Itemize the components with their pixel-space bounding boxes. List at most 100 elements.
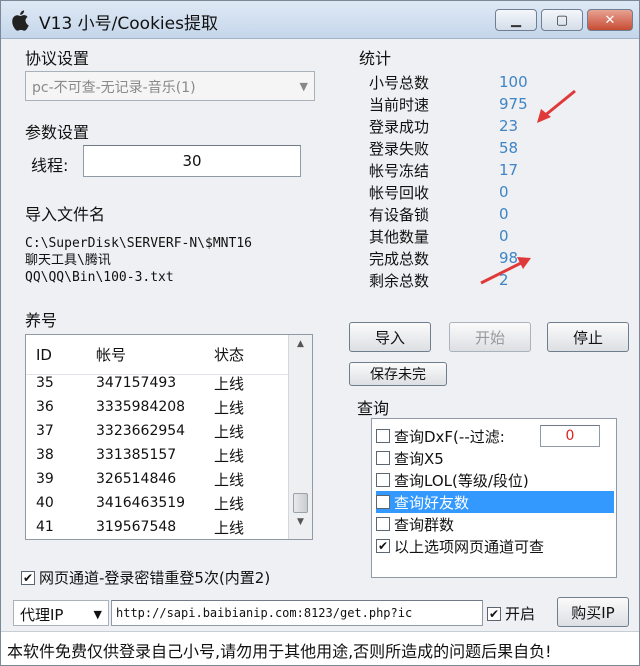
table-row[interactable]: 38 331385157 上线 — [26, 443, 288, 467]
table-row[interactable]: 40 3416463519 上线 — [26, 491, 288, 515]
scroll-down-icon[interactable]: ▼ — [289, 517, 312, 535]
cell-status: 上线 — [214, 518, 245, 537]
threads-label: 线程: — [31, 156, 69, 175]
checkbox-checked-icon[interactable]: ✔ — [21, 570, 35, 585]
maximize-icon: ▢ — [555, 12, 569, 28]
checkbox-icon[interactable] — [376, 429, 390, 443]
threads-input[interactable]: 30 — [83, 145, 301, 177]
param-settings-label: 参数设置 — [25, 123, 90, 142]
table-row[interactable]: 35 347157493 上线 — [26, 371, 288, 395]
cell-account: 3323662954 — [96, 423, 186, 439]
stat-value: 0 — [499, 205, 509, 223]
dxf-filter-input[interactable]: 0 — [540, 425, 600, 447]
import-path-line: 聊天工具\腾讯 — [25, 253, 111, 268]
query-friends-option[interactable]: 查询好友数 — [376, 491, 614, 513]
import-button-label: 导入 — [374, 328, 405, 347]
stats-label: 统计 — [359, 49, 392, 68]
nurture-label: 养号 — [25, 311, 58, 330]
cell-id: 37 — [36, 423, 54, 439]
stat-row: 完成总数 98 — [369, 247, 569, 269]
query-option-label: 查询X5 — [394, 449, 444, 468]
stat-value: 17 — [499, 161, 519, 179]
table-row[interactable]: 36 3335984208 上线 — [26, 395, 288, 419]
stat-row: 其他数量 0 — [369, 225, 569, 247]
protocol-settings-label: 协议设置 — [25, 49, 90, 68]
cell-id: 35 — [36, 375, 54, 391]
proxy-url-input[interactable]: http://sapi.baibianip.com:8123/get.php?i… — [111, 600, 483, 626]
table-row[interactable]: 41 319567548 上线 — [26, 515, 288, 539]
stat-key: 登录成功 — [369, 117, 430, 136]
cell-account: 331385157 — [96, 447, 177, 463]
checkbox-icon[interactable] — [376, 473, 390, 487]
column-header-id[interactable]: ID — [26, 346, 84, 364]
chevron-down-icon: ▼ — [93, 608, 102, 621]
buy-ip-button-label: 购买IP — [571, 603, 615, 622]
stat-value: 23 — [499, 117, 519, 135]
proxy-enable-label: 开启 — [505, 605, 536, 623]
account-table[interactable]: ID 帐号 状态 35 347157493 上线 36 3335984208 上线 37… — [25, 334, 313, 540]
cell-status: 上线 — [214, 374, 245, 393]
minimize-button[interactable]: ▁ — [495, 9, 537, 31]
query-option-label: 查询好友数 — [394, 493, 470, 512]
query-option-label: 以上选项网页通道可查 — [394, 537, 545, 556]
stat-row: 帐号冻结 17 — [369, 159, 569, 181]
stat-row: 帐号回收 0 — [369, 181, 569, 203]
scroll-up-icon[interactable]: ▲ — [289, 339, 312, 357]
cell-status: 上线 — [214, 398, 245, 417]
query-x5-option[interactable]: 查询X5 — [376, 447, 444, 469]
stat-key: 帐号回收 — [369, 183, 430, 202]
web-channel-queryable-option[interactable]: ✔ 以上选项网页通道可查 — [376, 535, 544, 557]
start-button[interactable]: 开始 — [449, 322, 531, 352]
import-path-line: QQ\QQ\Bin\100-3.txt — [25, 270, 174, 285]
disclaimer-text: 本软件免费仅供登录自己小号,请勿用于其他用途,否则所造成的问题后果自负! — [7, 642, 552, 661]
dxf-filter-value: 0 — [565, 428, 575, 444]
stat-row: 剩余总数 2 — [369, 269, 569, 291]
table-scrollbar[interactable]: ▲ ▼ — [288, 335, 312, 539]
checkbox-checked-icon[interactable]: ✔ — [487, 606, 501, 621]
red-arrow-icon — [480, 257, 531, 285]
stat-key: 当前时速 — [369, 95, 430, 114]
query-dxf-option[interactable]: 查询DxF(--过滤: — [376, 425, 505, 447]
protocol-select-value: pc-不可查-无记录-音乐(1) — [32, 80, 196, 96]
stat-value: 0 — [499, 183, 509, 201]
query-option-label: 查询群数 — [394, 515, 455, 534]
stat-row: 有设备锁 0 — [369, 203, 569, 225]
stat-row: 登录失败 58 — [369, 137, 569, 159]
maximize-button[interactable]: ▢ — [541, 9, 583, 31]
stop-button[interactable]: 停止 — [547, 322, 629, 352]
stat-key: 有设备锁 — [369, 205, 430, 224]
table-header: ID 帐号 状态 — [26, 335, 288, 375]
scrollbar-thumb[interactable] — [293, 493, 308, 513]
proxy-type-value: 代理IP — [20, 606, 64, 624]
import-file-path: C:\SuperDisk\SERVERF-N\$MNT16 聊天工具\腾讯 QQ\Q… — [25, 235, 252, 286]
query-lol-option[interactable]: 查询LOL(等级/段位) — [376, 469, 529, 491]
start-button-label: 开始 — [474, 328, 505, 347]
query-option-label: 查询LOL(等级/段位) — [394, 471, 529, 490]
proxy-type-select[interactable]: 代理IP ▼ — [13, 600, 109, 626]
proxy-enable-checkbox[interactable]: ✔ 开启 — [487, 603, 535, 624]
buy-ip-button[interactable]: 购买IP — [557, 597, 629, 627]
column-header-status[interactable]: 状态 — [208, 344, 288, 365]
query-groups-option[interactable]: 查询群数 — [376, 513, 454, 535]
close-button[interactable]: ✕ — [587, 9, 633, 31]
cell-account: 319567548 — [96, 519, 177, 535]
import-button[interactable]: 导入 — [349, 322, 431, 352]
table-row[interactable]: 37 3323662954 上线 — [26, 419, 288, 443]
stat-value: 58 — [499, 139, 519, 157]
web-channel-label: 网页通道-登录密错重登5次(内置2) — [39, 569, 271, 587]
protocol-select[interactable]: pc-不可查-无记录-音乐(1) ▼ — [25, 71, 315, 101]
table-row[interactable]: 39 326514846 上线 — [26, 467, 288, 491]
import-file-label: 导入文件名 — [25, 205, 106, 224]
cell-id: 36 — [36, 399, 54, 415]
checkbox-icon[interactable] — [376, 451, 390, 465]
web-channel-checkbox[interactable]: ✔ 网页通道-登录密错重登5次(内置2) — [21, 567, 270, 588]
checkbox-checked-icon[interactable]: ✔ — [376, 539, 390, 553]
stat-value: 975 — [499, 95, 528, 113]
title-bar[interactable]: V13 小号/Cookies提取 ▁ ▢ ✕ — [1, 1, 639, 39]
checkbox-icon[interactable] — [376, 517, 390, 531]
cell-id: 38 — [36, 447, 54, 463]
save-unfinished-button[interactable]: 保存未完 — [349, 362, 447, 386]
column-header-account[interactable]: 帐号 — [84, 344, 208, 365]
checkbox-icon[interactable] — [376, 495, 390, 509]
threads-input-value: 30 — [182, 152, 202, 170]
